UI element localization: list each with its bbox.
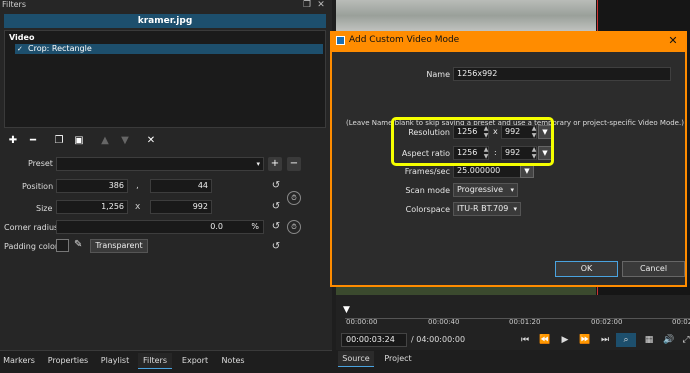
- padding-color-swatch[interactable]: [56, 239, 69, 252]
- tick-label: 00:00:00: [346, 318, 378, 326]
- position-y-field[interactable]: 44: [150, 179, 212, 193]
- colorspace-value: ITU-R BT.709: [457, 204, 509, 213]
- position-separator: ,: [136, 181, 139, 191]
- reset-padding-icon[interactable]: ↺: [270, 241, 282, 253]
- move-down-icon[interactable]: ▼: [118, 134, 132, 148]
- expand-icon[interactable]: ⤢: [680, 333, 690, 347]
- position-x-field[interactable]: 386: [56, 179, 128, 193]
- eyedropper-icon[interactable]: ✎: [74, 239, 82, 250]
- reset-position-icon[interactable]: ↺: [270, 180, 282, 192]
- dialog-titlebar[interactable]: Add Custom Video Mode ✕: [330, 31, 687, 51]
- bottom-tab-bar: Markers Properties Playlist Filters Expo…: [0, 350, 332, 373]
- tab-export[interactable]: Export: [178, 353, 212, 369]
- tick-label: 00:02:40: [672, 318, 690, 326]
- tab-filters[interactable]: Filters: [138, 353, 172, 369]
- preview-image-top: [336, 0, 596, 31]
- current-time-field[interactable]: 00:00:03:24: [341, 333, 407, 347]
- fast-forward-icon[interactable]: ⏩: [579, 333, 591, 347]
- tab-source[interactable]: Source: [338, 351, 374, 367]
- reset-size-icon[interactable]: ↺: [270, 201, 282, 213]
- tick-label: 00:01:20: [509, 318, 541, 326]
- filters-panel: Filters ❐ ✕ kramer.jpg Video ✓ Crop: Rec…: [0, 0, 332, 350]
- add-filter-button[interactable]: ✚: [6, 134, 20, 148]
- position-label: Position: [22, 182, 54, 191]
- filter-enabled-checkbox[interactable]: ✓: [17, 44, 23, 54]
- name-label: Name: [426, 70, 450, 79]
- ok-button[interactable]: OK: [555, 261, 618, 277]
- rewind-icon[interactable]: ⏪: [539, 333, 551, 347]
- fps-input[interactable]: 25.000000: [453, 164, 525, 178]
- colorspace-select[interactable]: ITU-R BT.709 ▾: [453, 202, 521, 216]
- size-label: Size: [36, 204, 53, 213]
- size-separator: x: [135, 202, 141, 212]
- tab-properties[interactable]: Properties: [46, 353, 90, 369]
- move-up-icon[interactable]: ▲: [98, 134, 112, 148]
- padding-color-label: Padding color: [4, 242, 59, 251]
- corner-stopwatch-icon[interactable]: ⏱: [287, 220, 301, 234]
- transparent-button[interactable]: Transparent: [90, 239, 148, 253]
- preset-label: Preset: [28, 159, 53, 168]
- save-preset-button[interactable]: +: [268, 157, 282, 171]
- float-panel-icon[interactable]: ❐: [302, 0, 312, 10]
- scan-mode-value: Progressive: [457, 185, 504, 194]
- skip-start-icon[interactable]: ⏮: [519, 333, 531, 347]
- paste-filter-icon[interactable]: ▣: [72, 134, 86, 148]
- close-icon[interactable]: ✕: [666, 34, 680, 48]
- name-input[interactable]: 1256x992: [453, 67, 671, 81]
- size-height-field[interactable]: 992: [150, 200, 212, 214]
- zoom-icon[interactable]: ⌕: [616, 333, 636, 347]
- grid-icon[interactable]: ▦: [643, 333, 655, 347]
- tick-label: 00:00:40: [428, 318, 460, 326]
- playhead-marker[interactable]: ▼: [342, 305, 351, 316]
- cancel-button[interactable]: Cancel: [622, 261, 685, 277]
- file-name-header: kramer.jpg: [4, 14, 326, 28]
- reset-corner-radius-icon[interactable]: ↺: [270, 221, 282, 233]
- corner-radius-label: Corner radius: [4, 223, 59, 232]
- play-icon[interactable]: ▶: [559, 333, 571, 347]
- volume-icon[interactable]: 🔊: [663, 333, 675, 347]
- preset-combo[interactable]: ▾: [56, 157, 264, 171]
- tab-project[interactable]: Project: [380, 351, 416, 367]
- corner-radius-unit: %: [251, 222, 259, 231]
- skip-end-icon[interactable]: ⏭: [599, 333, 611, 347]
- frames-per-second-label: Frames/sec: [404, 167, 450, 176]
- tab-markers[interactable]: Markers: [2, 353, 36, 369]
- filter-row-crop-rectangle[interactable]: ✓ Crop: Rectangle: [15, 44, 323, 54]
- dialog-body: Name 1256x992 (Leave Name blank to skip …: [332, 52, 685, 285]
- tab-playlist[interactable]: Playlist: [98, 353, 132, 369]
- total-time: / 04:00:00:00: [411, 335, 466, 344]
- panel-title: Filters: [2, 0, 26, 9]
- size-width-field[interactable]: 1,256: [56, 200, 128, 214]
- video-section-label: Video: [9, 33, 35, 42]
- preview-image-bottom: [336, 287, 596, 295]
- scan-mode-label: Scan mode: [405, 186, 450, 195]
- colorspace-label: Colorspace: [405, 205, 450, 214]
- app-icon: [336, 36, 345, 45]
- tick-label: 00:02:00: [591, 318, 623, 326]
- filter-list[interactable]: Video ✓ Crop: Rectangle: [4, 30, 326, 128]
- keyframes-stopwatch-icon[interactable]: ⏱: [287, 191, 301, 205]
- deselect-filter-icon[interactable]: ✕: [144, 134, 158, 148]
- remove-filter-button[interactable]: ━: [26, 134, 40, 148]
- corner-radius-slider[interactable]: 0.0 %: [56, 220, 264, 234]
- corner-radius-value: 0.0: [210, 222, 223, 231]
- close-panel-icon[interactable]: ✕: [316, 0, 326, 10]
- filter-name: Crop: Rectangle: [28, 44, 92, 53]
- annotation-highlight: [391, 117, 554, 166]
- delete-preset-button[interactable]: −: [287, 157, 301, 171]
- fps-dropdown[interactable]: ▼: [520, 164, 534, 178]
- tab-notes[interactable]: Notes: [218, 353, 248, 369]
- scan-mode-select[interactable]: Progressive ▾: [453, 183, 518, 197]
- copy-filter-icon[interactable]: ❐: [52, 134, 66, 148]
- dialog-title: Add Custom Video Mode: [349, 35, 460, 45]
